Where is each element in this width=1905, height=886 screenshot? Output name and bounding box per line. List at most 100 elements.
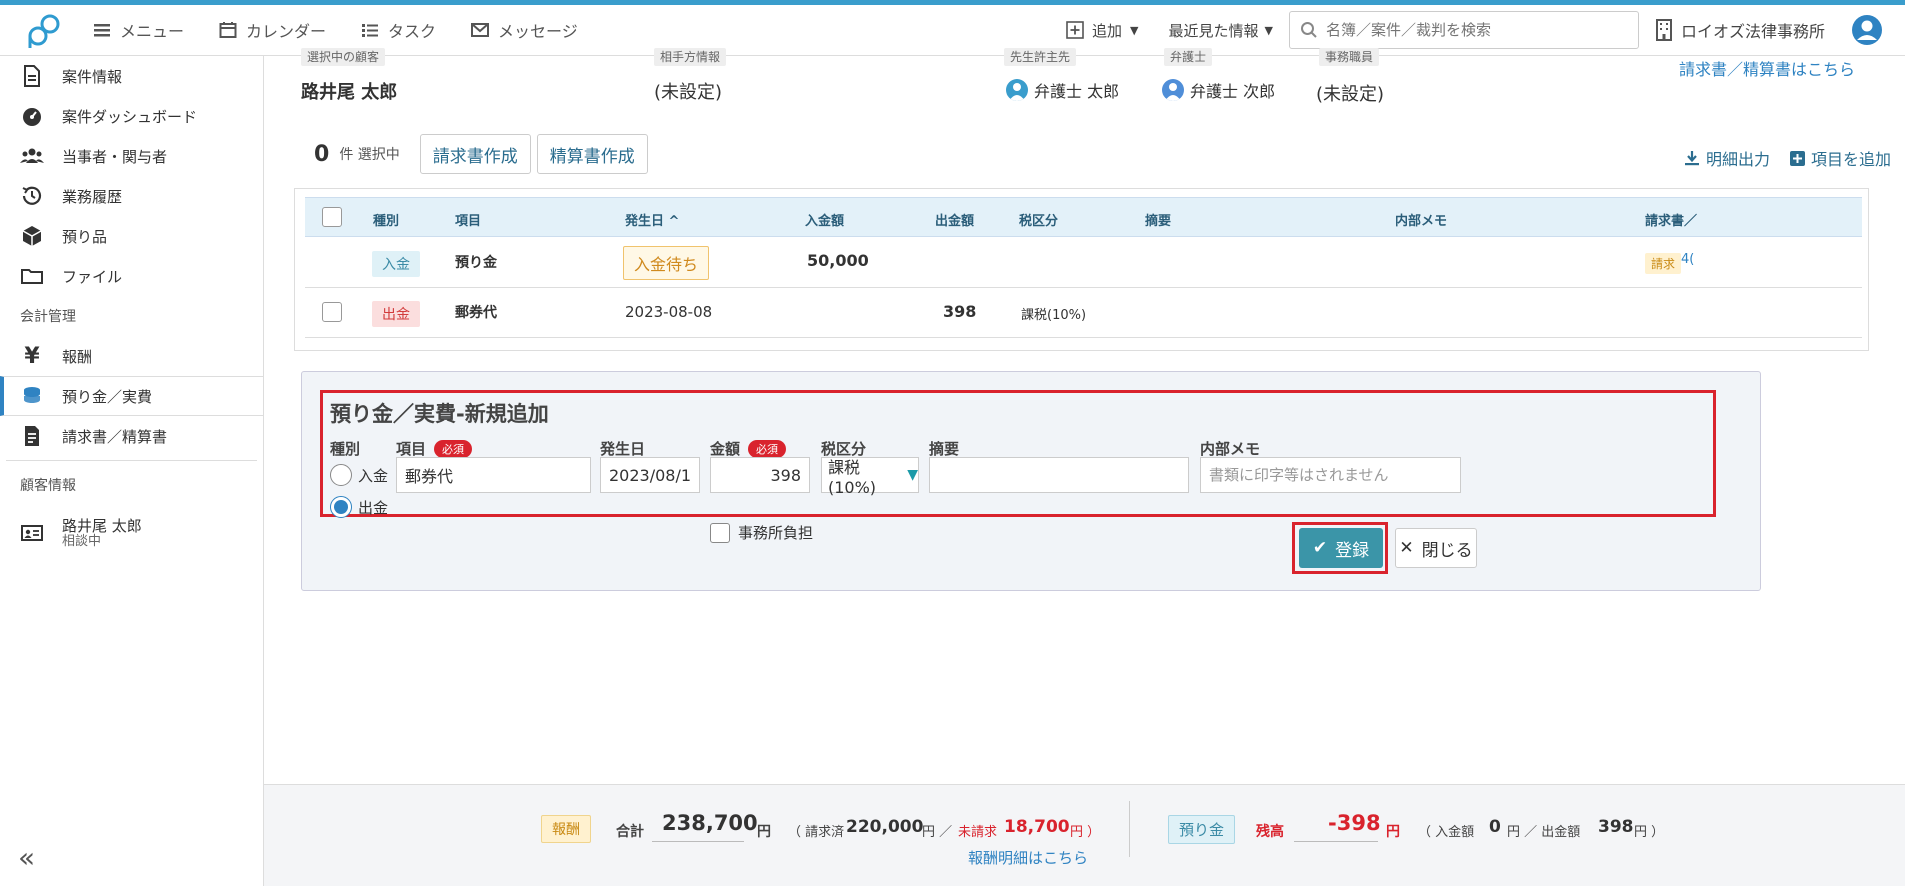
billed-suffix: 円 ／ xyxy=(922,825,953,840)
create-settlement-button[interactable]: 精算書作成 xyxy=(536,134,648,174)
balance-underline xyxy=(1294,841,1378,842)
add-dropdown[interactable]: 追加 ▼ xyxy=(1066,20,1139,41)
th-type[interactable]: 種別 xyxy=(373,210,399,229)
sidebar-client-status: 相談中 xyxy=(62,533,102,549)
tax-select[interactable]: 課税(10%) ▼ xyxy=(821,457,919,497)
th-memo[interactable]: 内部メモ xyxy=(1395,210,1447,229)
sidebar-item-label: 請求書／精算書 xyxy=(62,427,168,446)
tax-select-value: 課税(10%) xyxy=(828,457,877,497)
table-row[interactable]: 入金 預り金 入金待ち 50,000 請求 4( xyxy=(305,238,1862,288)
yen-unit: 円 xyxy=(757,824,771,840)
user-avatar-icon[interactable] xyxy=(1851,14,1883,46)
sidebar-client[interactable]: 路井尾 太郎 相談中 xyxy=(0,505,263,561)
th-in[interactable]: 入金額 xyxy=(805,210,844,229)
create-invoice-button[interactable]: 請求書作成 xyxy=(419,134,531,174)
lawyer-2[interactable]: 弁護士 次郎 xyxy=(1162,78,1275,102)
table-row[interactable]: 出金 郵券代 2023-08-08 398 課税(10%) xyxy=(305,288,1862,338)
sidebar-item-history[interactable]: 業務履歴 xyxy=(0,176,263,216)
unbilled-suffix: 円 ） xyxy=(1070,821,1100,840)
caret-down-icon: ▼ xyxy=(907,467,918,483)
fee-badge: 報酬 xyxy=(541,815,591,843)
th-item[interactable]: 項目 xyxy=(455,210,481,229)
calendar-icon xyxy=(219,22,237,38)
radio-circle[interactable] xyxy=(330,464,352,486)
task-list-icon xyxy=(362,24,379,37)
client-name[interactable]: 路井尾 太郎 xyxy=(301,78,397,104)
fee-detail-link[interactable]: 報酬明細はこちら xyxy=(968,847,1088,868)
row-checkbox[interactable] xyxy=(322,302,342,322)
case-info-strip: 選択中の顧客 相手方情報 先生許主先 弁護士 事務職員 路井尾 太郎 (未設定)… xyxy=(264,48,1905,116)
th-invoice[interactable]: 請求書／ xyxy=(1645,210,1697,229)
main-content: 選択中の顧客 相手方情報 先生許主先 弁護士 事務職員 路井尾 太郎 (未設定)… xyxy=(264,48,1905,886)
sidebar-item-label: 案件情報 xyxy=(62,67,123,86)
sidebar-item-fees[interactable]: ¥ 報酬 xyxy=(0,336,263,376)
lawyer-2-name: 弁護士 次郎 xyxy=(1190,82,1276,101)
balance-yen: 円 xyxy=(1386,824,1400,840)
radio-out[interactable]: 出金 xyxy=(330,496,388,518)
row-item: 郵券代 xyxy=(455,305,497,321)
sidebar-item-deposits[interactable]: 預り品 xyxy=(0,216,263,256)
nav-task[interactable]: タスク xyxy=(360,18,436,42)
type-badge: 出金 xyxy=(372,301,420,327)
search-icon xyxy=(1300,22,1317,38)
office-burden-label: 事務所負担 xyxy=(738,524,814,542)
nav-menu[interactable]: メニュー xyxy=(92,18,184,42)
recent-dropdown[interactable]: 最近見た情報 ▼ xyxy=(1169,20,1273,41)
collapse-sidebar-icon[interactable]: « xyxy=(18,841,35,874)
export-link[interactable]: 明細出力 xyxy=(1684,146,1770,170)
sidebar-item-label: 預り金／実費 xyxy=(62,387,153,406)
new-entry-panel: 預り金／実費-新規追加 種別 入金 出金 項目 必須 発生日 金額 必須 税区分… xyxy=(301,371,1761,591)
search-box[interactable] xyxy=(1288,11,1639,49)
radio-in[interactable]: 入金 xyxy=(330,464,388,486)
item-input[interactable] xyxy=(396,457,591,493)
document-icon xyxy=(24,65,40,87)
status-badge: 入金待ち xyxy=(623,246,710,280)
form-title: 預り金／実費-新規追加 xyxy=(330,402,549,426)
lawyer-1[interactable]: 弁護士 太郎 xyxy=(1006,78,1119,102)
th-date[interactable]: 発生日 ^ xyxy=(625,210,679,229)
summary-input[interactable] xyxy=(929,457,1189,493)
sidebar-item-files[interactable]: ファイル xyxy=(0,256,263,296)
office-burden-checkbox[interactable]: 事務所負担 xyxy=(710,522,813,543)
radio-circle-selected[interactable] xyxy=(330,496,352,518)
chip-selected-client: 選択中の顧客 xyxy=(301,48,386,66)
search-input[interactable] xyxy=(1325,21,1616,39)
firm-name: ロイオズ法律事務所 xyxy=(1680,22,1825,41)
sidebar-item-invoices[interactable]: 請求書／精算書 xyxy=(0,416,263,456)
nav-calendar[interactable]: カレンダー xyxy=(218,18,326,42)
select-all-checkbox[interactable] xyxy=(322,207,342,227)
amount-input[interactable] xyxy=(710,457,810,493)
nav-task-label: タスク xyxy=(388,22,437,41)
download-icon xyxy=(1684,151,1699,166)
billed-prefix: （ 請求済 xyxy=(788,825,845,840)
sidebar-item-dashboard[interactable]: 案件ダッシュボード xyxy=(0,96,263,136)
row-in-amount: 50,000 xyxy=(807,251,869,270)
sidebar-item-parties[interactable]: 当事者・関与者 xyxy=(0,136,263,176)
date-input[interactable] xyxy=(600,457,700,493)
firm-selector[interactable]: ロイオズ法律事務所 xyxy=(1655,18,1825,42)
deposit-out-prefix: 円 ／ 出金額 xyxy=(1507,825,1581,840)
sidebar-item-label: 預り品 xyxy=(62,227,108,246)
close-button[interactable]: ✕ 閉じる xyxy=(1395,528,1477,568)
balance-label: 残高 xyxy=(1256,824,1284,840)
add-item-link[interactable]: 項目を追加 xyxy=(1789,146,1891,170)
save-button[interactable]: ✔ 登録 xyxy=(1299,528,1383,568)
th-tax[interactable]: 税区分 xyxy=(1019,210,1058,229)
memo-input[interactable] xyxy=(1200,457,1461,493)
nav-message[interactable]: メッセージ xyxy=(470,18,578,42)
th-out[interactable]: 出金額 xyxy=(935,210,974,229)
total-label: 合計 xyxy=(616,824,644,840)
invoice-link[interactable]: 請求書／精算書はこちら xyxy=(1679,56,1855,80)
footer-separator xyxy=(1129,801,1130,857)
opponent-value: (未設定) xyxy=(654,82,723,103)
item-label-text: 項目 xyxy=(396,440,427,458)
close-label: 閉じる xyxy=(1421,540,1473,561)
sidebar-item-deposit-expenses[interactable]: 預り金／実費 xyxy=(0,376,263,416)
checkbox-box[interactable] xyxy=(710,522,730,543)
nav-message-label: メッセージ xyxy=(498,22,578,41)
invoice-number-link[interactable]: 4( xyxy=(1681,252,1694,267)
th-summary[interactable]: 摘要 xyxy=(1145,210,1171,229)
type-label: 種別 xyxy=(330,440,361,458)
sidebar-item-case-info[interactable]: 案件情報 xyxy=(0,56,263,96)
app-logo-icon[interactable] xyxy=(18,10,70,50)
